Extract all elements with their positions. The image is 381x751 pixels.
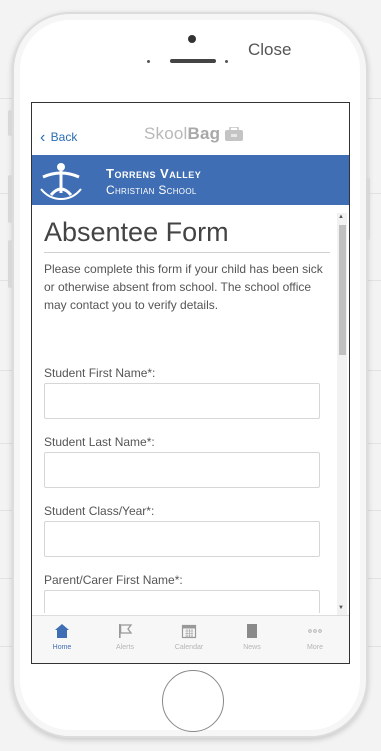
tab-bar: Home Alerts Calendar News More [32,615,349,663]
news-icon [247,624,257,638]
page-title: Absentee Form [44,217,229,247]
calendar-icon [181,624,197,639]
student-class-year-field[interactable] [44,521,320,557]
home-button[interactable] [162,670,224,732]
schoolbag-icon [225,127,243,141]
home-icon [55,624,69,638]
logo-light-text: Skool [144,124,188,143]
volume-up-button [8,175,12,223]
sensor-dot [225,60,228,63]
mute-switch [8,110,12,136]
app-logo: SkoolBag [144,124,220,144]
student-last-name-field[interactable] [44,452,320,488]
tab-calendar-label: Calendar [174,644,204,651]
tab-more-label: More [307,644,323,651]
back-label: Back [50,130,78,144]
phone-screen: ‹ Back SkoolBag Torrens Valley Christian… [31,102,350,664]
tab-more[interactable]: More [285,616,345,663]
power-button [366,178,370,240]
parent-first-name-field[interactable] [44,590,320,613]
app-header: ‹ Back SkoolBag [32,103,349,156]
tab-alerts-label: Alerts [116,644,134,651]
tab-news-label: News [243,644,261,651]
scroll-down-arrow-icon[interactable]: ▼ [338,605,344,611]
parent-first-name-label: Parent/Carer First Name*: [44,573,183,587]
student-first-name-label: Student First Name*: [44,366,156,380]
school-name-line2: Christian School [106,183,197,197]
tab-news[interactable]: News [222,616,282,663]
tab-calendar[interactable]: Calendar [159,616,219,663]
tab-home[interactable]: Home [32,616,92,663]
student-last-name-label: Student Last Name*: [44,435,155,449]
chevron-left-icon: ‹ [40,129,46,146]
school-name-line1: Torrens Valley [106,166,202,181]
school-emblem-icon [40,163,82,201]
scroll-up-arrow-icon[interactable]: ▲ [338,214,344,220]
close-button[interactable]: Close [248,40,291,60]
student-first-name-field[interactable] [44,383,320,419]
more-icon [308,629,322,633]
form-content: Absentee Form Please complete this form … [32,205,337,613]
back-button[interactable]: ‹ Back [40,128,77,146]
tab-home-label: Home [52,644,72,651]
logo-bold-text: Bag [187,124,221,143]
form-intro: Please complete this form if your child … [44,262,323,312]
divider [44,252,330,253]
student-class-year-label: Student Class/Year*: [44,504,155,518]
scrollbar[interactable]: ▲ ▼ [337,213,347,615]
school-banner: Torrens Valley Christian School [32,155,349,205]
tab-alerts[interactable]: Alerts [95,616,155,663]
scrollbar-thumb[interactable] [339,225,346,355]
earpiece-speaker [170,59,216,63]
sensor-dot [147,60,150,63]
front-camera [188,35,196,43]
volume-down-button [8,240,12,288]
flag-icon [119,624,133,638]
